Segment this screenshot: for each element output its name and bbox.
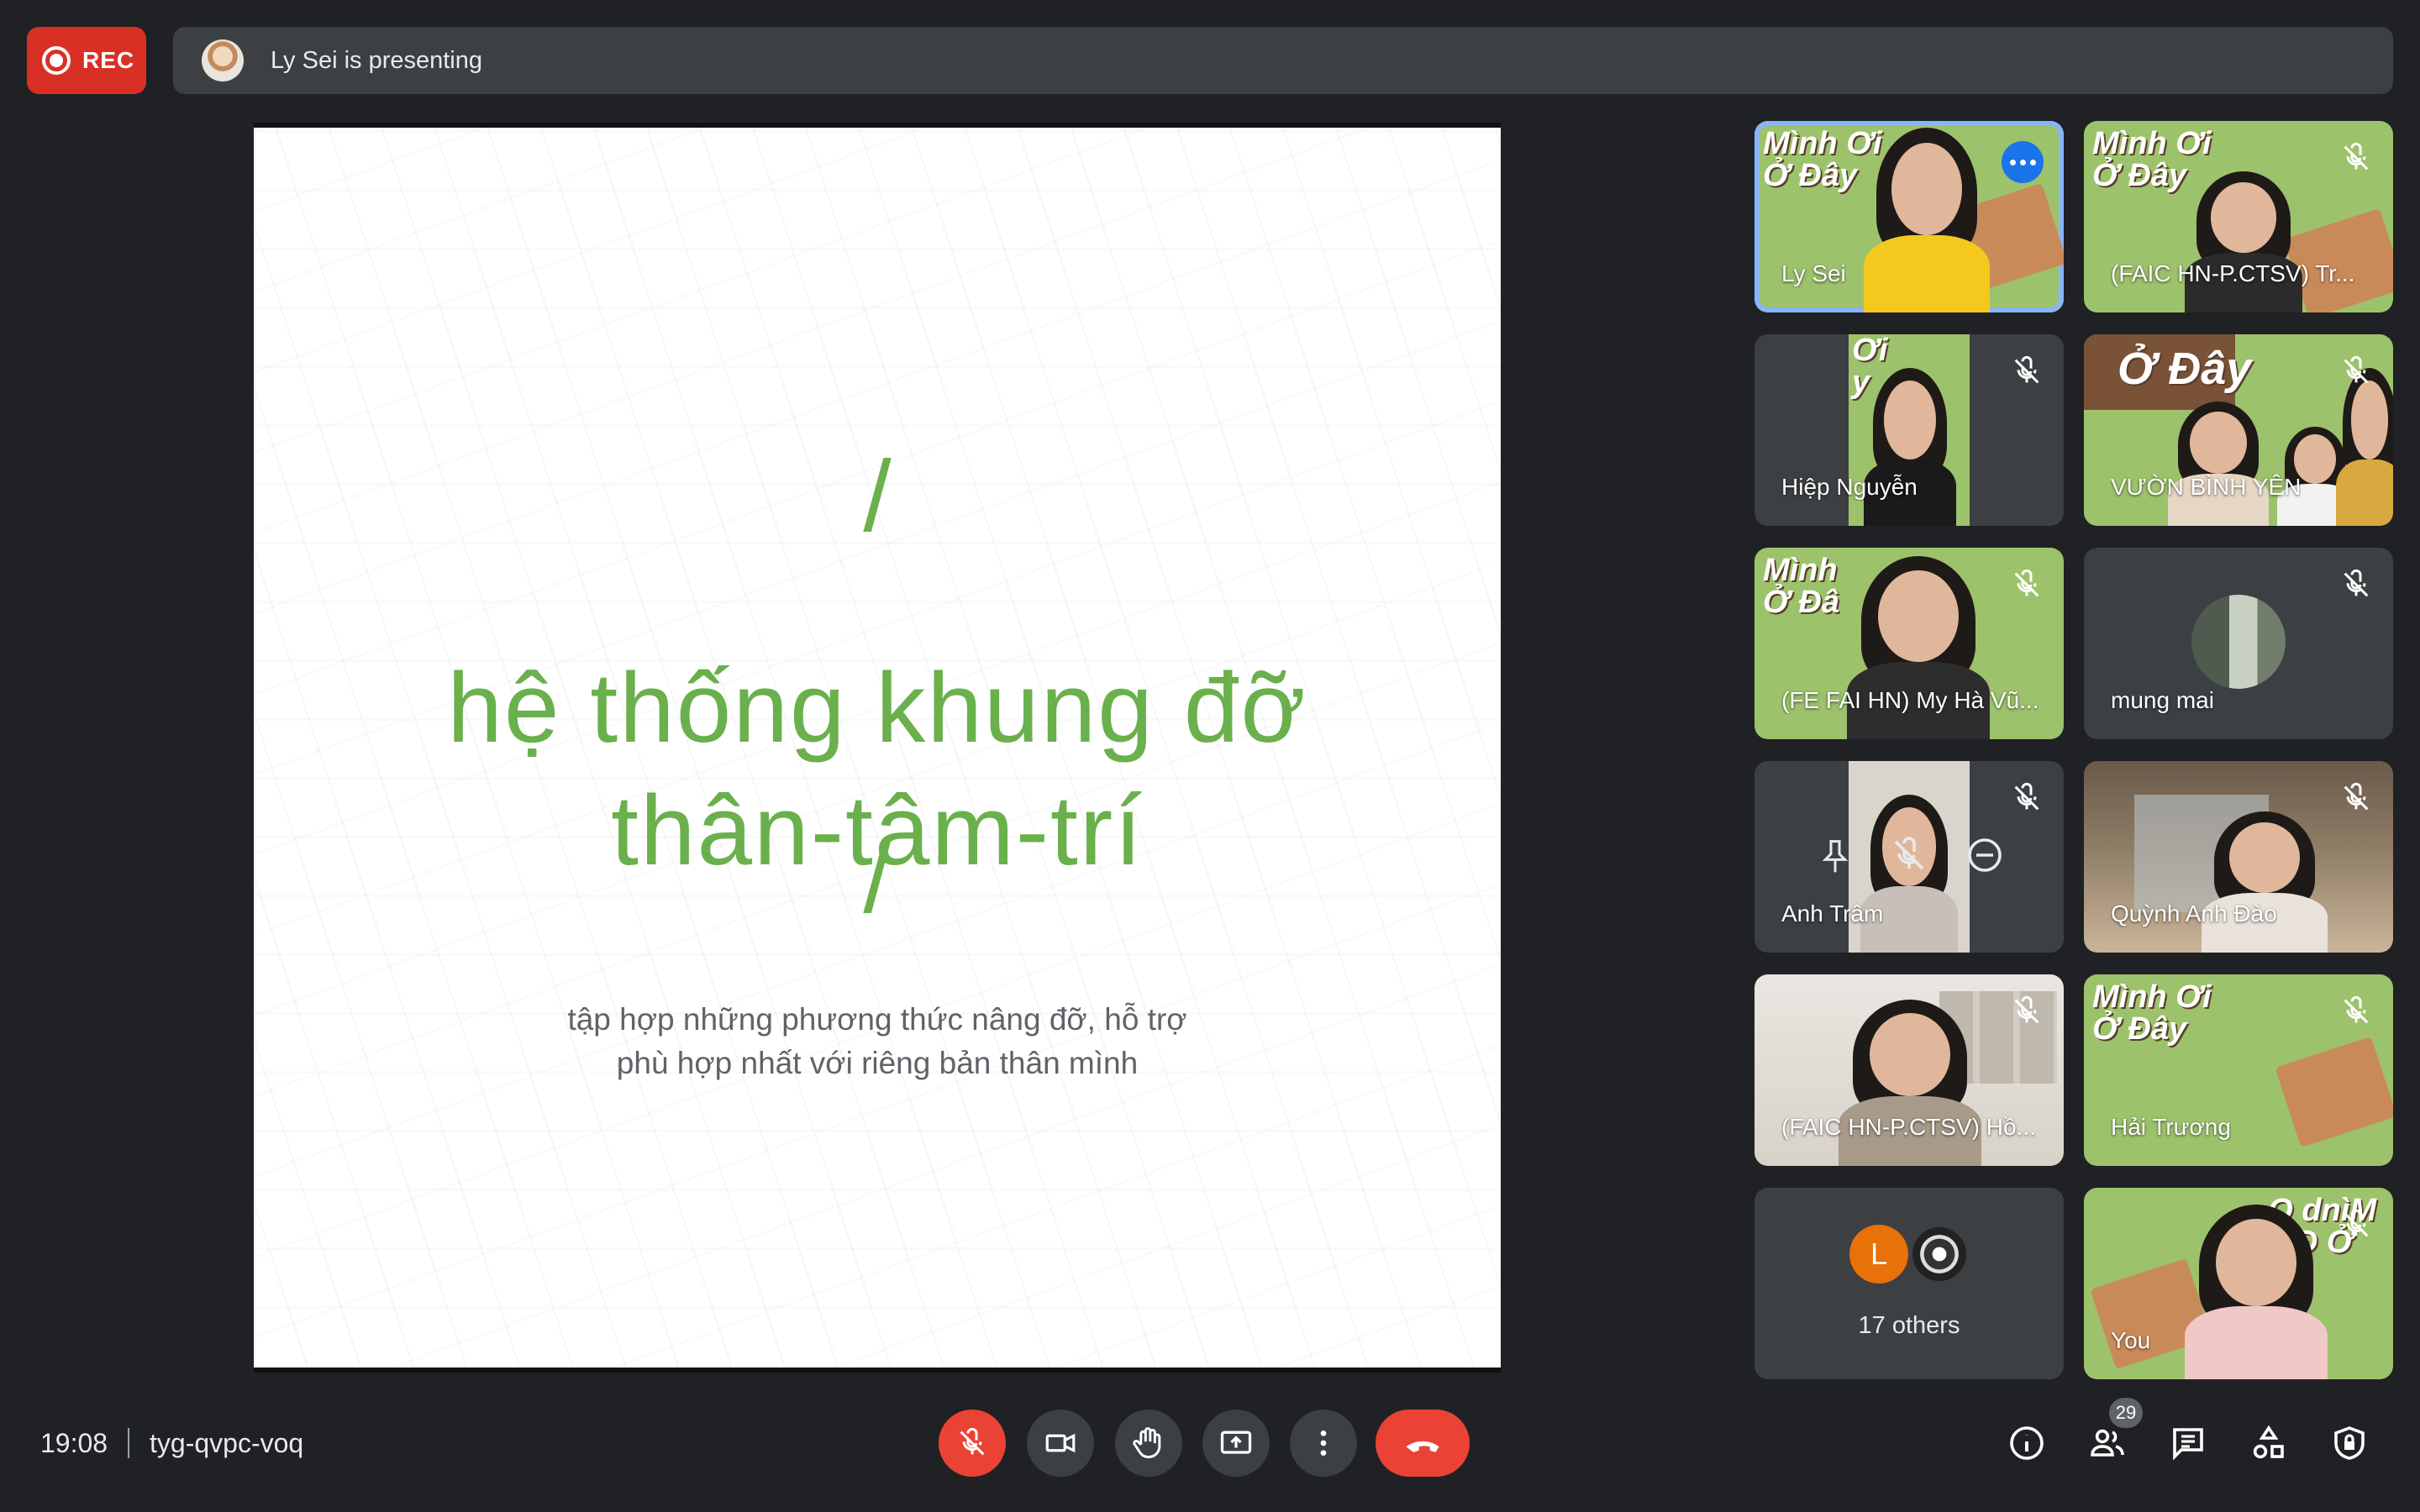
participant-name: Anh Trâm	[1781, 900, 1884, 927]
mic-off-icon	[2344, 569, 2369, 597]
participant-name: (FE FAI HN) My Hà Vũ...	[1781, 687, 2039, 713]
present-screen-icon	[1220, 1431, 1252, 1454]
chat-button[interactable]	[2165, 1420, 2212, 1467]
participant-video	[2202, 811, 2328, 953]
slide-slash-top: /	[863, 440, 892, 553]
activities-button[interactable]	[2245, 1420, 2292, 1467]
hand-icon	[1133, 1427, 1161, 1458]
participant-tile[interactable]: Quỳnh Anh Đào	[2084, 761, 2393, 953]
mic-off-icon	[2014, 569, 2039, 597]
meeting-code[interactable]: tyg-qvpc-voq	[150, 1428, 303, 1459]
toggle-camera-button[interactable]	[1027, 1410, 1094, 1477]
background-banner: Ở Đây	[2118, 344, 2252, 394]
chat-icon	[2173, 1428, 2203, 1461]
avatar: L	[1849, 1225, 1908, 1284]
more-options-button[interactable]	[1290, 1410, 1357, 1477]
participant-name: (FAIC HN-P.CTSV) Hồ...	[1781, 1114, 2036, 1140]
participant-video	[1864, 128, 1990, 312]
slide-subtitle-line2: phù hợp nhất với riêng bản thân mình	[616, 1046, 1139, 1080]
mic-off-icon	[2344, 995, 2369, 1024]
participant-name: You	[2111, 1327, 2151, 1353]
participant-tile-ly-sei[interactable]: Mình Ơi Ở Đây Ly Sei	[1754, 121, 2064, 312]
record-icon	[42, 46, 71, 75]
slide-subtitle-line1: tập hợp những phương thức nâng đỡ, hỗ tr…	[567, 1002, 1187, 1037]
presentation-slide: / hệ thống khung đỡ thân-tâm-trí / tập h…	[254, 123, 1501, 1373]
others-label: 17 others	[1858, 1312, 1960, 1339]
presenting-text: Ly Sei is presenting	[271, 46, 483, 74]
recording-label: REC	[82, 47, 135, 73]
participant-video	[2185, 171, 2302, 312]
participant-tile[interactable]: (FAIC HN-P.CTSV) Hồ...	[1754, 974, 2064, 1166]
host-controls-button[interactable]	[2326, 1420, 2373, 1467]
participant-name: Ly Sei	[1781, 260, 1846, 286]
meeting-details-button[interactable]	[2003, 1420, 2050, 1467]
shield-lock-icon	[2334, 1426, 2365, 1460]
participant-name: VƯỜN BÌNH YÊN	[2111, 474, 2302, 500]
avatar	[1910, 1225, 1969, 1284]
mic-off-icon	[2344, 782, 2369, 811]
more-options-icon[interactable]	[2002, 141, 2044, 183]
participant-name: mung mai	[2111, 687, 2214, 713]
present-now-button[interactable]	[1202, 1410, 1270, 1477]
participant-count-badge: 29	[2109, 1398, 2143, 1428]
avatar	[2191, 595, 2286, 689]
remove-icon[interactable]	[1965, 835, 2005, 875]
mic-off-icon	[2014, 995, 2039, 1024]
mic-off-icon	[2344, 1209, 2369, 1237]
mic-off-icon	[960, 1427, 985, 1456]
camera-icon	[1045, 1433, 1076, 1453]
participant-name: Hiệp Nguyễn	[1781, 474, 1918, 500]
participant-tile[interactable]: Ơi y Hiệp Nguyễn	[1754, 334, 2064, 526]
meeting-time: 19:08	[40, 1428, 108, 1458]
participant-video	[2168, 402, 2269, 526]
info-icon	[2010, 1426, 2044, 1460]
participant-name: Quỳnh Anh Đào	[2111, 900, 2277, 927]
activities-icon	[2253, 1425, 2284, 1459]
mic-off-icon	[2014, 355, 2039, 384]
people-icon	[2091, 1429, 2124, 1457]
divider	[128, 1428, 129, 1458]
raise-hand-button[interactable]	[1115, 1410, 1182, 1477]
participant-tile[interactable]: Mình Ơi Ở Đây Hải Trương	[2084, 974, 2393, 1166]
background-banner: Mình Ơi Ở Đây	[1763, 126, 1882, 193]
participant-tile[interactable]: Mình Ở Đâ (FE FAI HN) My Hà Vũ...	[1754, 548, 2064, 739]
background-banner: Mình Ở Đâ	[1763, 553, 1839, 620]
participant-tile[interactable]: Mình Ơi Ở Đây (FAIC HN-P.CTSV) Tr...	[2084, 121, 2393, 312]
background-banner: Mình Ơi Ở Đây	[2092, 126, 2212, 193]
mic-off-icon	[2344, 355, 2369, 384]
participant-tile[interactable]: Ở Đây VƯỜN BÌNH YÊN	[2084, 334, 2393, 526]
participant-name: Hải Trương	[2111, 1114, 2231, 1140]
participant-video	[1839, 1000, 1981, 1166]
background-banner: Mình Ơi Ở Đây	[2092, 979, 2212, 1047]
presenting-banner[interactable]: Ly Sei is presenting	[173, 27, 2393, 94]
recording-indicator[interactable]: REC	[27, 27, 146, 94]
pin-icon[interactable]	[1818, 837, 1852, 877]
mic-off-icon	[2344, 142, 2369, 171]
more-vert-icon	[1320, 1431, 1327, 1456]
participant-video	[2336, 368, 2393, 526]
slide-title-line1: hệ thống khung đỡ	[447, 653, 1307, 764]
participant-tile[interactable]: mung mai	[2084, 548, 2393, 739]
mic-off-icon[interactable]	[1889, 835, 1929, 875]
participant-name: (FAIC HN-P.CTSV) Tr...	[2111, 260, 2355, 286]
hang-up-icon	[1406, 1441, 1439, 1452]
background-graphic	[2275, 1036, 2393, 1148]
others-avatars: L	[1754, 1225, 2064, 1284]
participant-video	[2185, 1205, 2328, 1379]
mic-off-icon	[2014, 782, 2039, 811]
participant-tile[interactable]: Anh Trâm	[1754, 761, 2064, 953]
toggle-microphone-button[interactable]	[939, 1410, 1006, 1477]
slide-slash-bottom: /	[863, 822, 892, 934]
others-tile[interactable]: L 17 others	[1754, 1188, 2064, 1379]
presenter-avatar	[202, 39, 244, 81]
self-tile[interactable]: O dnìM iêĐ Ở You	[2084, 1188, 2393, 1379]
leave-call-button[interactable]	[1376, 1410, 1470, 1477]
